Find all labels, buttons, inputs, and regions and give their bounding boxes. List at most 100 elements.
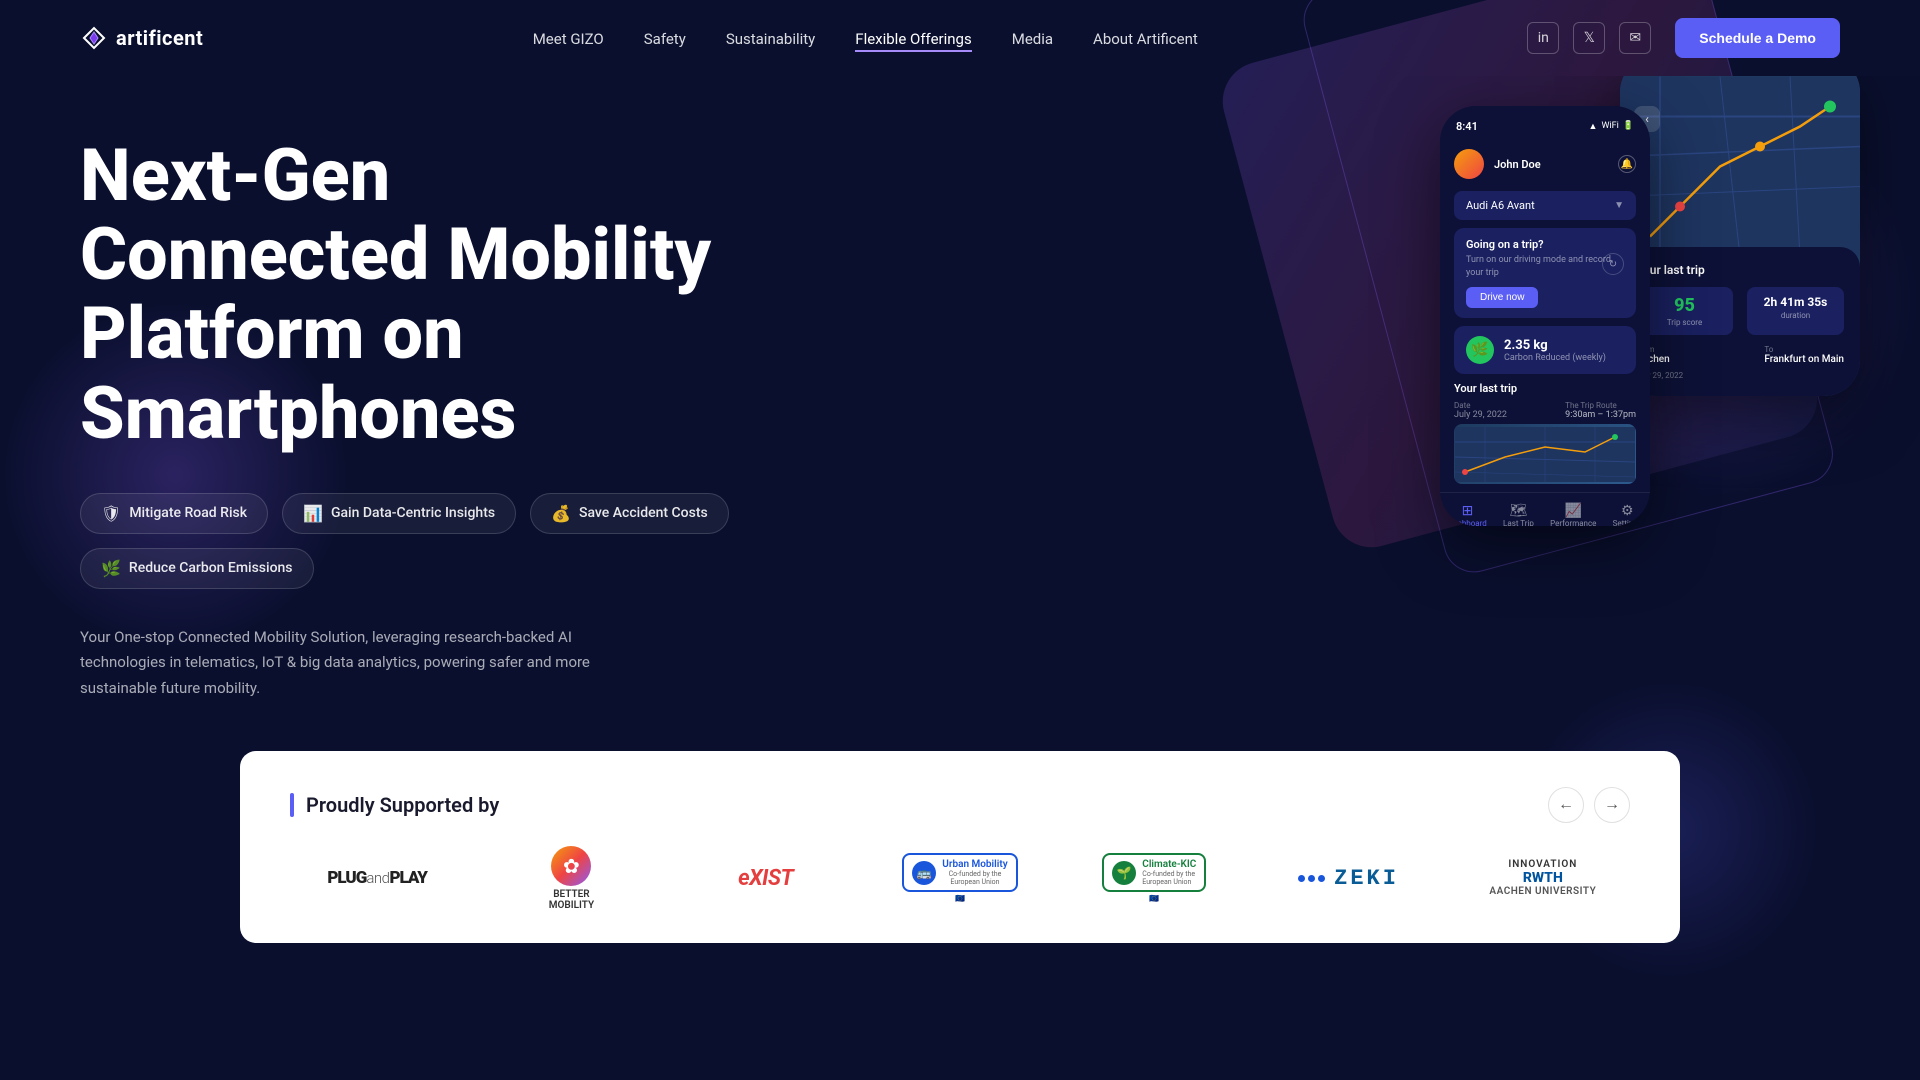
sponsor-plugandplay: PLUGandPLAY (290, 853, 464, 903)
phone-bottom-nav: ⊞ Dashboard 🗺 Last Trip 📈 Performance ⚙ … (1440, 492, 1650, 526)
nav-sustainability[interactable]: Sustainability (726, 30, 815, 48)
badge-accident-label: Save Accident Costs (579, 505, 708, 521)
from-to-row: From Aachen To Frankfurt on Main (1636, 345, 1844, 365)
sponsors-row: PLUGandPLAY ✿ BETTERMOBILITY eXIST (290, 853, 1630, 903)
shield-icon: 🛡 (101, 504, 121, 523)
trip-time-col: The Trip Route 9:30am – 1:37pm (1565, 401, 1636, 420)
climate-sub: Co-funded by the (1142, 870, 1196, 878)
twitter-icon[interactable]: 𝕏 (1573, 22, 1605, 54)
phone-status-bar: 8:41 ▲WiFi🔋 (1440, 106, 1650, 141)
zeki-text: ZEKI (1334, 866, 1399, 891)
innovation-rwth-logo: INNOVATION RWTH AACHEN UNIVERSITY (1489, 859, 1596, 897)
eu-flag-2: 🇪🇺 (1149, 894, 1159, 903)
to-location: To Frankfurt on Main (1764, 345, 1844, 365)
logo-icon (80, 24, 108, 52)
chart-icon: 📊 (303, 504, 323, 523)
sponsor-better-mobility: ✿ BETTERMOBILITY (484, 853, 658, 903)
trip-prompt-sub: Turn on our driving mode and record your… (1466, 254, 1624, 279)
car-chevron-icon: ▼ (1614, 200, 1624, 211)
nav-flexible-offerings[interactable]: Flexible Offerings (855, 30, 971, 52)
supported-section: Proudly Supported by ← → PLUGandPLAY ✿ B… (240, 751, 1680, 943)
map-trip-panel: Your last trip 95 Trip score 2h 41m 35s … (1620, 247, 1860, 396)
innovation-text: INNOVATION (1489, 859, 1596, 870)
leaf-icon: 🌿 (101, 559, 121, 578)
carbon-icon: 🌿 (1466, 336, 1494, 364)
phone-status-icons: ▲WiFi🔋 (1589, 121, 1634, 132)
trip-prompt-section: Going on a trip? Turn on our driving mod… (1454, 228, 1636, 318)
urban-mobility-name: Urban Mobility (942, 859, 1007, 870)
better-mobility-logo: ✿ BETTERMOBILITY (549, 846, 594, 911)
zeki-dots (1298, 875, 1325, 882)
urban-mobility-badge: 🚌 Urban Mobility Co-funded by the Europe… (902, 853, 1017, 892)
urban-mobility-sub: Co-funded by the (942, 870, 1007, 878)
zeki-dot-3 (1318, 875, 1325, 882)
trip-map-thumbnail (1454, 424, 1636, 484)
last-trip-section: Your last trip Date July 29, 2022 The Tr… (1454, 382, 1636, 484)
map-panel-title: Your last trip (1636, 263, 1844, 277)
climate-icon-row: 🌱 Climate-KIC Co-funded by the European … (1112, 859, 1196, 886)
hero-title-line1: Next-Gen (80, 133, 390, 218)
nav-media[interactable]: Media (1012, 30, 1053, 48)
exist-text: eXIST (738, 866, 793, 891)
title-accent-bar (290, 793, 294, 817)
logo-text: artificent (116, 26, 203, 50)
trip-time: 9:30am – 1:37pm (1565, 410, 1636, 420)
email-icon[interactable]: ✉ (1619, 22, 1651, 54)
badge-accident: 💰 Save Accident Costs (530, 493, 729, 534)
supported-section-wrapper: Proudly Supported by ← → PLUGandPLAY ✿ B… (0, 751, 1920, 943)
zeki-dot-2 (1308, 875, 1315, 882)
linkedin-icon[interactable]: in (1527, 22, 1559, 54)
map-content: ‹ Your last trip 95 Trip score 2h 41m 35… (1620, 76, 1860, 396)
nav-safety[interactable]: Safety (644, 30, 686, 48)
climate-kic-badge: 🌱 Climate-KIC Co-funded by the European … (1102, 853, 1206, 892)
rwth-text: RWTH AACHEN UNIVERSITY (1489, 870, 1596, 897)
urban-mobility-logo: 🚌 Urban Mobility Co-funded by the Europe… (902, 853, 1017, 903)
time-label: The Trip Route (1565, 401, 1636, 410)
drive-now-button[interactable]: Drive now (1466, 287, 1538, 308)
climate-name: Climate-KIC (1142, 859, 1196, 870)
user-avatar (1454, 149, 1484, 179)
social-icons: in 𝕏 ✉ (1527, 22, 1651, 54)
nav-performance[interactable]: 📈 Performance (1550, 503, 1596, 526)
nav-meet-gizo[interactable]: Meet GIZO (533, 30, 604, 48)
supported-header: Proudly Supported by ← → (290, 787, 1630, 823)
sponsor-climate-kic: 🌱 Climate-KIC Co-funded by the European … (1067, 853, 1241, 903)
trip-duration-value: 2h 41m 35s (1759, 295, 1832, 309)
car-selector[interactable]: Audi A6 Avant ▼ (1454, 191, 1636, 220)
sponsor-zeki: ZEKI (1261, 853, 1435, 903)
climate-kic-logo: 🌱 Climate-KIC Co-funded by the European … (1102, 853, 1206, 903)
urban-mobility-sub2: European Union (942, 878, 1007, 886)
feature-badges: 🛡 Mitigate Road Risk 📊 Gain Data-Centric… (80, 493, 760, 589)
supported-title: Proudly Supported by (290, 793, 499, 817)
main-nav: artificent Meet GIZO Safety Sustainabili… (0, 0, 1920, 76)
nav-last-trip[interactable]: 🗺 Last Trip (1503, 503, 1534, 526)
car-model: Audi A6 Avant (1466, 199, 1535, 212)
money-icon: 💰 (551, 504, 571, 523)
carousel-nav: ← → (1548, 787, 1630, 823)
hero-description: Your One-stop Connected Mobility Solutio… (80, 625, 600, 702)
hero-title-line3: Platform on (80, 291, 464, 376)
badge-mitigate-label: Mitigate Road Risk (129, 505, 247, 521)
carousel-prev-button[interactable]: ← (1548, 787, 1584, 823)
carousel-next-button[interactable]: → (1594, 787, 1630, 823)
climate-circle: 🌱 (1112, 861, 1136, 885)
site-logo[interactable]: artificent (80, 24, 203, 52)
trip-duration-card: 2h 41m 35s duration (1747, 287, 1844, 335)
schedule-demo-button[interactable]: Schedule a Demo (1675, 18, 1840, 58)
zeki-dot-1 (1298, 875, 1305, 882)
better-mobility-text: BETTERMOBILITY (549, 889, 594, 911)
phone-time: 8:41 (1456, 120, 1478, 133)
hero-title: Next-Gen Connected Mobility Platform on … (80, 136, 760, 453)
better-mobility-icon: ✿ (551, 846, 591, 886)
to-city: Frankfurt on Main (1764, 354, 1844, 365)
badge-data-label: Gain Data-Centric Insights (331, 505, 495, 521)
carbon-section: 🌿 2.35 kg Carbon Reduced (weekly) (1454, 326, 1636, 374)
phone-main-mockup: 8:41 ▲WiFi🔋 John Doe 🔔 Audi A6 Avant ▼ G… (1440, 106, 1650, 526)
nav-links: Meet GIZO Safety Sustainability Flexible… (533, 29, 1198, 48)
hero-title-line4: Smartphones (80, 371, 517, 456)
nav-settings[interactable]: ⚙ Settings (1613, 503, 1642, 526)
nav-dashboard[interactable]: ⊞ Dashboard (1448, 503, 1487, 526)
hero-content: Next-Gen Connected Mobility Platform on … (80, 136, 760, 701)
score-row: 95 Trip score 2h 41m 35s duration (1636, 287, 1844, 335)
nav-about[interactable]: About Artificent (1093, 30, 1198, 48)
